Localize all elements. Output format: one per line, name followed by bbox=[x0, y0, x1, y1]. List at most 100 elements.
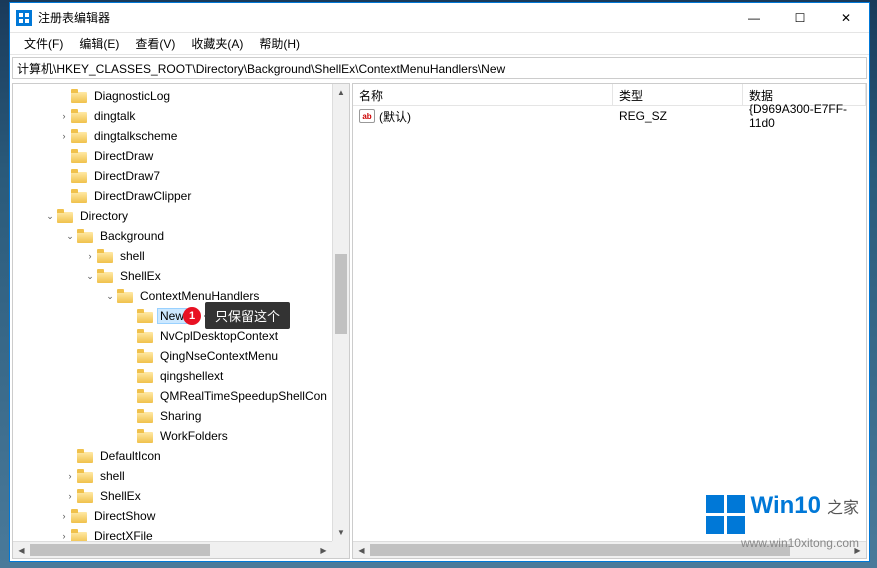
tree-pane: DiagnosticLog ›dingtalk ›dingtalkscheme … bbox=[12, 83, 350, 559]
folder-icon bbox=[137, 329, 153, 343]
tree-item[interactable]: DirectDrawClipper bbox=[91, 188, 194, 204]
folder-icon bbox=[71, 149, 87, 163]
expander-icon[interactable]: ⌄ bbox=[103, 289, 117, 303]
folder-icon bbox=[77, 469, 93, 483]
address-text: 计算机\HKEY_CLASSES_ROOT\Directory\Backgrou… bbox=[17, 60, 505, 77]
scroll-right-icon[interactable]: ▶ bbox=[315, 542, 332, 558]
tree-item[interactable]: WorkFolders bbox=[157, 428, 231, 444]
tree-item[interactable]: Sharing bbox=[157, 408, 204, 424]
vertical-scrollbar[interactable]: ▲ ▼ bbox=[332, 84, 349, 541]
value-type: REG_SZ bbox=[613, 107, 743, 125]
folder-icon bbox=[137, 309, 153, 323]
tree-item[interactable]: DiagnosticLog bbox=[91, 88, 173, 104]
expander-icon[interactable]: ⌄ bbox=[43, 209, 57, 223]
tree-item[interactable]: QingNseContextMenu bbox=[157, 348, 281, 364]
scroll-thumb[interactable] bbox=[30, 544, 210, 556]
expander-icon[interactable]: › bbox=[83, 249, 97, 263]
folder-icon bbox=[71, 129, 87, 143]
watermark: Win10 之家 www.win10xitong.com bbox=[706, 492, 859, 550]
window-controls: — ☐ ✕ bbox=[731, 3, 869, 32]
tree-item[interactable]: Background bbox=[97, 228, 167, 244]
scroll-left-icon[interactable]: ◀ bbox=[13, 543, 30, 559]
watermark-url: www.win10xitong.com bbox=[706, 536, 859, 550]
folder-icon bbox=[71, 109, 87, 123]
folder-icon bbox=[137, 349, 153, 363]
scroll-corner bbox=[332, 541, 349, 558]
close-button[interactable]: ✕ bbox=[823, 3, 869, 32]
tree-item[interactable]: DirectXFile bbox=[91, 528, 156, 541]
horizontal-scrollbar[interactable]: ◀ ▶ bbox=[13, 541, 332, 558]
folder-icon bbox=[71, 509, 87, 523]
folder-icon bbox=[57, 209, 73, 223]
expander-icon bbox=[57, 189, 71, 203]
tree-item[interactable]: DirectDraw7 bbox=[91, 168, 163, 184]
expander-icon[interactable]: › bbox=[63, 489, 77, 503]
menu-help[interactable]: 帮助(H) bbox=[251, 33, 308, 54]
folder-icon bbox=[97, 249, 113, 263]
tree-item[interactable]: dingtalkscheme bbox=[91, 128, 180, 144]
scroll-down-icon[interactable]: ▼ bbox=[333, 524, 349, 541]
tree-item[interactable]: ShellEx bbox=[117, 268, 164, 284]
value-data: {D969A300-E7FF-11d0 bbox=[743, 100, 866, 132]
string-value-icon: ab bbox=[359, 109, 375, 123]
col-type[interactable]: 类型 bbox=[613, 84, 743, 105]
scroll-thumb[interactable] bbox=[335, 254, 347, 334]
expander-icon[interactable]: › bbox=[57, 529, 71, 541]
expander-icon bbox=[57, 169, 71, 183]
annotation-callout: 1 只保留这个 bbox=[183, 302, 290, 329]
values-pane: 名称 类型 数据 ab (默认) REG_SZ {D969A300-E7FF-1… bbox=[352, 83, 867, 559]
expander-icon[interactable]: › bbox=[63, 469, 77, 483]
menu-file[interactable]: 文件(F) bbox=[16, 33, 71, 54]
expander-icon[interactable]: › bbox=[57, 509, 71, 523]
tree-item[interactable]: NvCplDesktopContext bbox=[157, 328, 281, 344]
registry-editor-window: 注册表编辑器 — ☐ ✕ 文件(F) 编辑(E) 查看(V) 收藏夹(A) 帮助… bbox=[9, 2, 870, 562]
maximize-button[interactable]: ☐ bbox=[777, 3, 823, 32]
scroll-up-icon[interactable]: ▲ bbox=[333, 84, 349, 101]
menu-favorites[interactable]: 收藏夹(A) bbox=[183, 33, 251, 54]
tree-item[interactable]: shell bbox=[117, 248, 148, 264]
col-name[interactable]: 名称 bbox=[353, 84, 613, 105]
tree-item[interactable]: ShellEx bbox=[97, 488, 144, 504]
annotation-tooltip: 只保留这个 bbox=[205, 302, 290, 329]
scroll-left-icon[interactable]: ◀ bbox=[353, 543, 370, 559]
tree-item[interactable]: shell bbox=[97, 468, 128, 484]
menubar: 文件(F) 编辑(E) 查看(V) 收藏夹(A) 帮助(H) bbox=[10, 33, 869, 55]
tree-item[interactable]: DirectDraw bbox=[91, 148, 156, 164]
content-area: DiagnosticLog ›dingtalk ›dingtalkscheme … bbox=[10, 81, 869, 561]
expander-icon[interactable]: › bbox=[57, 109, 71, 123]
windows-logo-icon bbox=[706, 495, 745, 534]
window-title: 注册表编辑器 bbox=[38, 9, 731, 26]
menu-edit[interactable]: 编辑(E) bbox=[71, 33, 127, 54]
tree-item[interactable]: DirectShow bbox=[91, 508, 158, 524]
folder-icon bbox=[77, 229, 93, 243]
folder-icon bbox=[137, 429, 153, 443]
list-row[interactable]: ab (默认) REG_SZ {D969A300-E7FF-11d0 bbox=[353, 106, 866, 126]
app-icon bbox=[16, 10, 32, 26]
expander-icon[interactable]: › bbox=[57, 129, 71, 143]
watermark-brand2: 之家 bbox=[827, 494, 859, 518]
minimize-button[interactable]: — bbox=[731, 3, 777, 32]
folder-icon bbox=[117, 289, 133, 303]
expander-icon[interactable]: ⌄ bbox=[83, 269, 97, 283]
menu-view[interactable]: 查看(V) bbox=[127, 33, 183, 54]
folder-icon bbox=[97, 269, 113, 283]
address-bar[interactable]: 计算机\HKEY_CLASSES_ROOT\Directory\Backgrou… bbox=[12, 57, 867, 79]
expander-icon bbox=[57, 89, 71, 103]
folder-icon bbox=[77, 449, 93, 463]
tree-item[interactable]: qingshellext bbox=[157, 368, 226, 384]
folder-icon bbox=[137, 409, 153, 423]
titlebar[interactable]: 注册表编辑器 — ☐ ✕ bbox=[10, 3, 869, 33]
tree-item[interactable]: Directory bbox=[77, 208, 131, 224]
folder-icon bbox=[71, 189, 87, 203]
folder-icon bbox=[137, 389, 153, 403]
expander-icon[interactable]: ⌄ bbox=[63, 229, 77, 243]
value-name: (默认) bbox=[379, 108, 411, 125]
tree-item[interactable]: DefaultIcon bbox=[97, 448, 164, 464]
folder-icon bbox=[77, 489, 93, 503]
folder-icon bbox=[137, 369, 153, 383]
folder-icon bbox=[71, 169, 87, 183]
tree-item[interactable]: dingtalk bbox=[91, 108, 138, 124]
folder-icon bbox=[71, 529, 87, 541]
tree-item[interactable]: QMRealTimeSpeedupShellCon bbox=[157, 388, 330, 404]
expander-icon bbox=[57, 149, 71, 163]
